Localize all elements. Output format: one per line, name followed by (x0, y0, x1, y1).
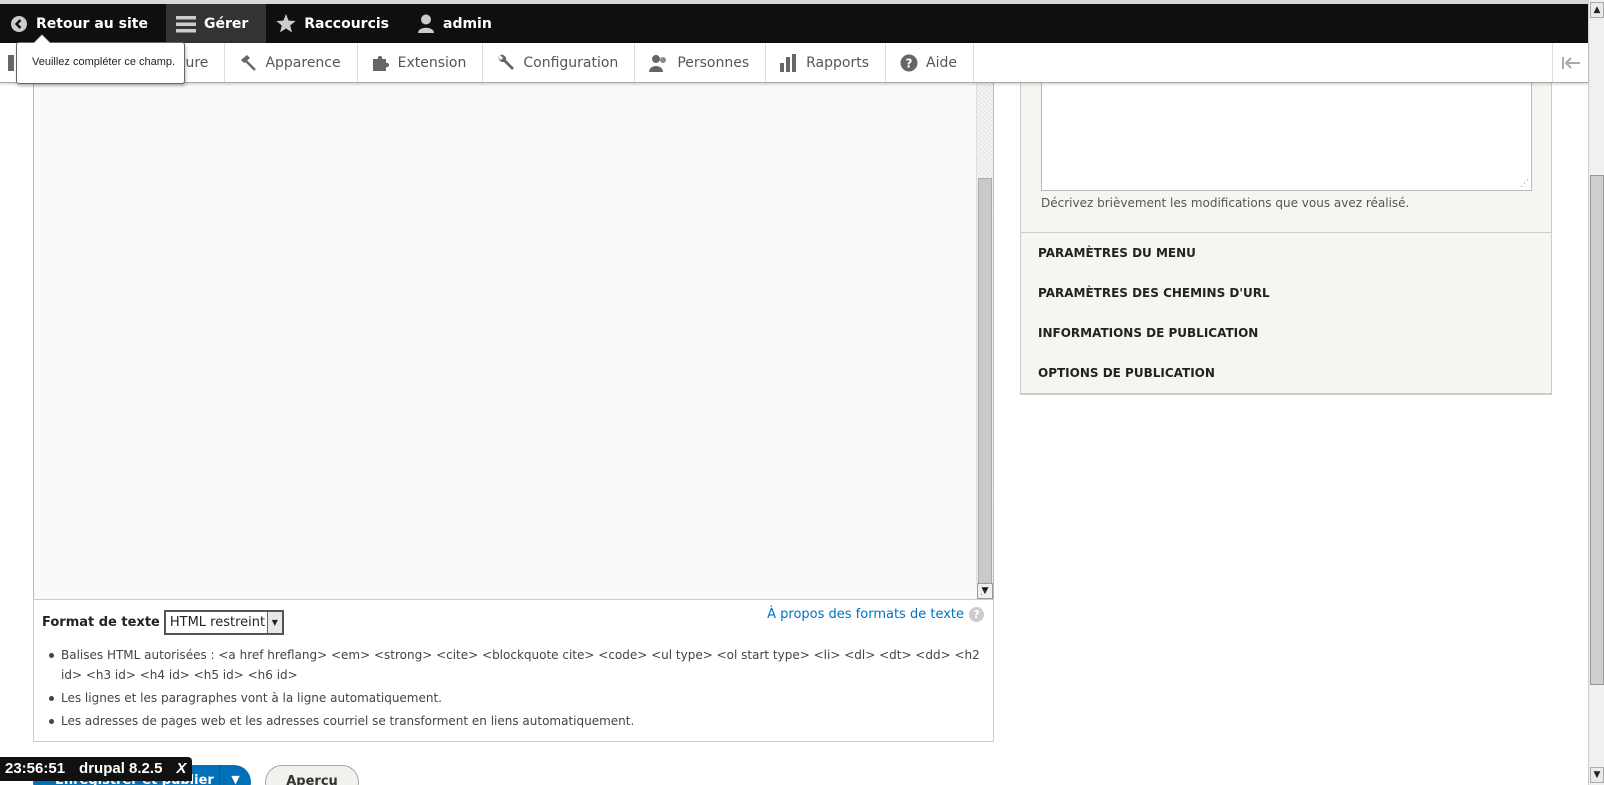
manage-tab[interactable]: Gérer (165, 4, 267, 43)
editor-scrollbar-thumb[interactable] (978, 178, 992, 620)
resize-grip-icon[interactable]: ⋰ (980, 586, 990, 597)
people-icon (649, 54, 667, 72)
text-format-label: Format de texte (42, 615, 160, 630)
text-format-select[interactable]: HTML restreint ▼ (163, 610, 284, 635)
debug-overlay: 23:56:51 drupal 8.2.5 X (0, 757, 193, 781)
tray-item-extend[interactable]: Extension (358, 43, 484, 82)
tray-item-label: Personnes (677, 54, 750, 71)
tray-item-label: Extension (397, 54, 467, 71)
user-icon (418, 14, 434, 33)
overlay-time: 23:56:51 (5, 760, 66, 777)
body-editor-textarea[interactable]: ▼ ⋰ (33, 83, 994, 620)
wrench-icon (498, 54, 515, 70)
chevron-down-icon: ▼ (266, 612, 282, 633)
tray-item-appearance[interactable]: Apparence (225, 43, 358, 82)
overlay-close-button[interactable]: X (176, 760, 186, 781)
tooltip-text: Veuillez compléter ce champ. (32, 56, 176, 68)
puzzle-icon (372, 55, 389, 71)
tray-item-label: Apparence (265, 54, 341, 71)
collapse-arrow-icon (1561, 56, 1580, 69)
tray-item-reports[interactable]: Rapports (766, 43, 887, 82)
text-format-value: HTML restreint (169, 615, 266, 630)
promotion-options-toggle[interactable]: OPTIONS DE PUBLICATION (1021, 353, 1551, 394)
preview-button[interactable]: Aperçu (265, 765, 359, 785)
revision-log-description: Décrivez brièvement les modifications qu… (1041, 196, 1410, 210)
url-alias-settings-toggle[interactable]: PARAMÈTRES DES CHEMINS D'URL (1021, 273, 1551, 314)
menu-settings-toggle[interactable]: PARAMÈTRES DU MENU (1021, 233, 1551, 274)
tray-item-label: Rapports (806, 54, 870, 71)
paintbrush-icon (241, 54, 257, 71)
scroll-up-arrow-icon[interactable]: ▲ (1590, 2, 1604, 18)
tray-item-people[interactable]: Personnes (635, 43, 767, 82)
back-to-site-link[interactable]: Retour au site (0, 4, 166, 43)
tray-item-help[interactable]: ? Aide (886, 43, 974, 82)
user-label: admin (443, 15, 492, 32)
help-icon: ? (969, 607, 984, 622)
resize-grip-icon[interactable]: ⋰ (1520, 179, 1529, 189)
list-item: Les lignes et les paragraphes vont à la … (49, 688, 984, 708)
authoring-information-toggle[interactable]: INFORMATIONS DE PUBLICATION (1021, 313, 1551, 354)
back-circle-icon (11, 15, 27, 32)
shortcuts-tab[interactable]: Raccourcis (266, 4, 407, 43)
format-tips-list: Balises HTML autorisées : <a href hrefla… (49, 645, 984, 734)
tray-item-label: Aide (926, 54, 957, 71)
overlay-version: drupal 8.2.5 (79, 760, 163, 777)
shortcuts-label: Raccourcis (304, 15, 389, 32)
scroll-down-arrow-icon[interactable]: ▼ (1590, 767, 1604, 783)
star-icon (276, 14, 296, 33)
text-format-row: Format de texte HTML restreint ▼ (42, 610, 284, 635)
help-icon: ? (900, 54, 918, 71)
admin-tray: ture Apparence Extension Configuration P… (0, 43, 1588, 83)
entity-meta-sidebar: ⋰ Décrivez brièvement les modifications … (1020, 83, 1552, 395)
menu-icon (175, 15, 196, 32)
dropdown-arrow-icon[interactable]: ▼ (219, 765, 251, 785)
back-to-site-label: Retour au site (36, 15, 148, 32)
about-text-formats-label: À propos des formats de texte (767, 607, 964, 622)
validation-tooltip: Veuillez compléter ce champ. (16, 34, 185, 84)
manage-label: Gérer (203, 15, 249, 32)
page-scrollbar[interactable]: ▲ ▼ (1588, 0, 1604, 785)
editor-scrollbar[interactable]: ▼ (976, 83, 993, 620)
tray-item-label: Configuration (523, 54, 619, 71)
admin-toolbar: Retour au site Gérer Raccourcis admin (0, 0, 1588, 43)
page-scrollbar-thumb[interactable] (1590, 175, 1604, 685)
bar-chart-icon (780, 53, 797, 72)
revision-log-textarea[interactable]: ⋰ (1041, 83, 1532, 191)
user-tab[interactable]: admin (407, 4, 510, 43)
text-format-panel: Format de texte HTML restreint ▼ À propo… (33, 599, 994, 742)
about-text-formats-link[interactable]: À propos des formats de texte ? (767, 607, 984, 622)
tray-orientation-toggle[interactable] (1552, 43, 1588, 82)
svg-text:?: ? (906, 56, 913, 70)
revision-log-section: ⋰ Décrivez brièvement les modifications … (1021, 83, 1551, 233)
list-item: Balises HTML autorisées : <a href hrefla… (49, 645, 984, 685)
tray-item-configuration[interactable]: Configuration (483, 43, 636, 82)
list-item: Les adresses de pages web et les adresse… (49, 711, 984, 731)
